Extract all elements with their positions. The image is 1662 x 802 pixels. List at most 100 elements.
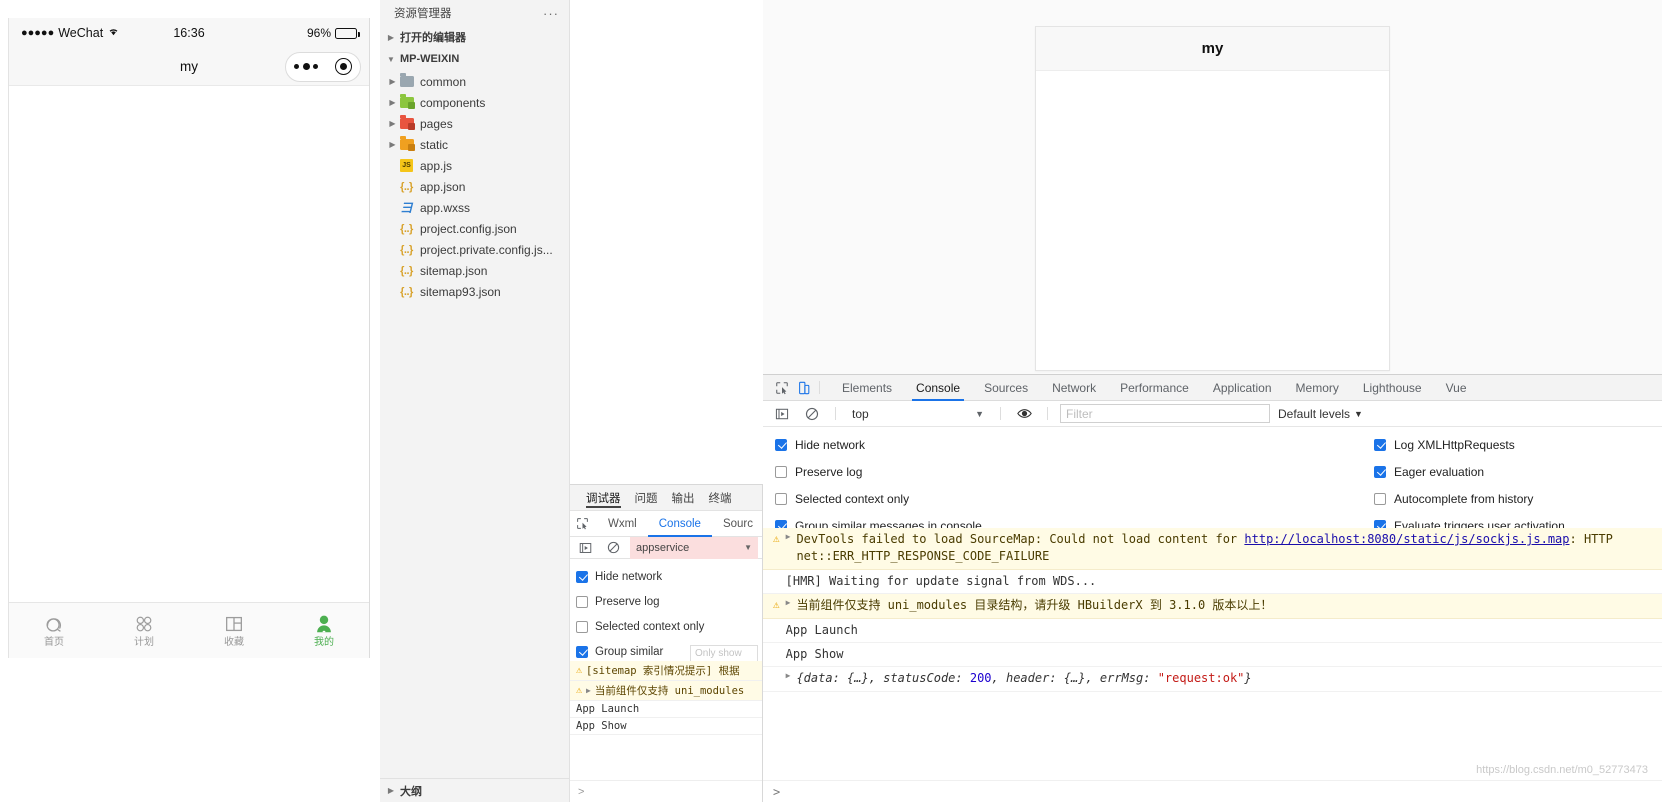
expand-triangle-icon[interactable]: ▶ bbox=[786, 531, 791, 543]
console-message-hmr[interactable]: ⚠ [HMR] Waiting for update signal from W… bbox=[763, 570, 1662, 595]
tabbar-item-home[interactable]: 首页 bbox=[9, 613, 99, 648]
only-show-input[interactable]: Only show bbox=[690, 645, 758, 662]
tree-node-app-js[interactable]: JS app.js bbox=[380, 155, 569, 176]
tab-performance[interactable]: Performance bbox=[1108, 375, 1201, 401]
checkbox[interactable] bbox=[1374, 438, 1386, 451]
console-message[interactable]: ⚠ [sitemap 索引情况提示] 根据 bbox=[570, 661, 762, 681]
execute-icon[interactable] bbox=[771, 404, 793, 424]
checkbox[interactable] bbox=[775, 438, 787, 451]
inspect-cursor-icon[interactable] bbox=[771, 378, 793, 398]
option-eager-evaluation[interactable]: Eager evaluation bbox=[1374, 458, 1662, 485]
checkbox[interactable] bbox=[576, 570, 588, 583]
carrier-area: ●●●●● WeChat bbox=[21, 26, 119, 40]
subtab-wxml[interactable]: Wxml bbox=[597, 511, 648, 537]
checkbox[interactable] bbox=[1374, 492, 1386, 505]
checkbox[interactable] bbox=[576, 620, 588, 633]
checkbox[interactable] bbox=[775, 492, 787, 505]
context-selector[interactable]: appservice ▼ bbox=[630, 536, 758, 559]
tab-elements[interactable]: Elements bbox=[830, 375, 904, 401]
tree-node-pages[interactable]: ▶ pages bbox=[380, 113, 569, 134]
tab-terminal[interactable]: 终端 bbox=[709, 485, 732, 511]
option-preserve-log[interactable]: Preserve log bbox=[576, 589, 762, 614]
checkbox[interactable] bbox=[775, 465, 787, 478]
preview-title: my bbox=[1201, 40, 1224, 57]
tabbar-item-plan[interactable]: 计划 bbox=[99, 613, 189, 648]
tree-node-project-config[interactable]: {..} project.config.json bbox=[380, 218, 569, 239]
option-log-xmlhttprequests[interactable]: Log XMLHttpRequests bbox=[1374, 431, 1662, 458]
tree-node-sitemap-json[interactable]: {..} sitemap.json bbox=[380, 260, 569, 281]
clear-console-icon[interactable] bbox=[801, 404, 823, 424]
expand-triangle-icon[interactable]: ▶ bbox=[786, 670, 791, 682]
tree-node-project-private-config[interactable]: {..} project.private.config.js... bbox=[380, 239, 569, 260]
context-selector[interactable]: top ▼ bbox=[848, 404, 988, 423]
checkbox[interactable] bbox=[576, 645, 588, 658]
subtab-sources[interactable]: Sourc bbox=[712, 511, 762, 537]
tab-output[interactable]: 输出 bbox=[672, 485, 695, 511]
target-icon[interactable] bbox=[334, 58, 352, 75]
chevron-right-icon[interactable]: ▶ bbox=[386, 119, 399, 128]
tab-problems[interactable]: 问题 bbox=[635, 485, 658, 511]
tree-node-components[interactable]: ▶ components bbox=[380, 92, 569, 113]
tab-sources[interactable]: Sources bbox=[972, 375, 1040, 401]
sourcemap-url-link[interactable]: http://localhost:8080/static/js/sockjs.j… bbox=[1244, 532, 1569, 546]
chevron-right-icon[interactable]: ▶ bbox=[386, 98, 399, 107]
option-selected-context-only[interactable]: Selected context only bbox=[576, 614, 762, 639]
execute-icon[interactable] bbox=[574, 538, 596, 558]
log-levels-selector[interactable]: Default levels ▼ bbox=[1278, 407, 1363, 421]
json-file-icon: {..} bbox=[400, 222, 413, 235]
tree-node-app-json[interactable]: {..} app.json bbox=[380, 176, 569, 197]
option-autocomplete-from-history[interactable]: Autocomplete from history bbox=[1374, 485, 1662, 512]
tabbar-item-collection[interactable]: 收藏 bbox=[189, 613, 279, 648]
subtab-console[interactable]: Console bbox=[647, 511, 713, 537]
filter-input[interactable]: Filter bbox=[1060, 404, 1270, 423]
tree-node-common[interactable]: ▶ common bbox=[380, 71, 569, 92]
option-preserve-log[interactable]: Preserve log bbox=[775, 458, 1362, 485]
console-message-sourcemap[interactable]: ⚠ ▶ DevTools failed to load SourceMap: C… bbox=[763, 528, 1662, 570]
tab-console[interactable]: Console bbox=[904, 375, 972, 401]
tab-application[interactable]: Application bbox=[1201, 375, 1284, 401]
tab-network[interactable]: Network bbox=[1040, 375, 1108, 401]
live-expression-icon[interactable] bbox=[1013, 404, 1035, 424]
checkbox[interactable] bbox=[576, 595, 588, 608]
option-hide-network[interactable]: Hide network bbox=[576, 564, 762, 589]
tab-debugger[interactable]: 调试器 bbox=[586, 485, 621, 511]
phone-frame: ●●●●● WeChat 16:36 96% my 首页 计划 收藏 我的 bbox=[8, 18, 370, 658]
open-editors-section[interactable]: ▶ 打开的编辑器 bbox=[380, 26, 569, 48]
option-hide-network[interactable]: Hide network bbox=[775, 431, 1362, 458]
tree-node-sitemap93-json[interactable]: {..} sitemap93.json bbox=[380, 281, 569, 302]
device-toolbar-icon[interactable] bbox=[793, 378, 815, 398]
json-file-icon: {..} bbox=[400, 243, 413, 256]
chevron-right-icon[interactable]: ▶ bbox=[386, 140, 399, 149]
checkbox[interactable] bbox=[1374, 465, 1386, 478]
console-message-app-launch[interactable]: ⚠ App Launch bbox=[763, 619, 1662, 643]
ellipsis-icon[interactable]: ··· bbox=[543, 6, 559, 21]
capsule-button[interactable] bbox=[285, 51, 361, 82]
chevron-right-icon: ▶ bbox=[387, 786, 395, 795]
console-message[interactable]: App Launch bbox=[570, 701, 762, 718]
tab-vue[interactable]: Vue bbox=[1434, 375, 1479, 401]
console-message-uni-modules[interactable]: ⚠ ▶ 当前组件仅支持 uni_modules 目录结构，请升级 HBuilde… bbox=[763, 594, 1662, 619]
tree-node-app-wxss[interactable]: 彐 app.wxss bbox=[380, 197, 569, 218]
outline-section[interactable]: ▶ 大纲 bbox=[380, 778, 569, 802]
hbuilderx-console-prompt[interactable]: > bbox=[570, 780, 762, 802]
chevron-down-icon: ▼ bbox=[744, 543, 752, 552]
console-message[interactable]: ⚠ ▶ 当前组件仅支持 uni_modules bbox=[570, 681, 762, 701]
project-section[interactable]: ▼ MP-WEIXIN bbox=[380, 48, 569, 70]
expand-triangle-icon[interactable]: ▶ bbox=[786, 597, 791, 609]
tabbar-item-profile[interactable]: 我的 bbox=[279, 613, 369, 648]
console-message[interactable]: App Show bbox=[570, 718, 762, 735]
option-selected-context-only[interactable]: Selected context only bbox=[775, 485, 1362, 512]
expand-triangle-icon[interactable]: ▶ bbox=[586, 686, 591, 695]
console-message-request-object[interactable]: ⚠ ▶ {data: {…}, statusCode: 200, header:… bbox=[763, 667, 1662, 692]
file-explorer-panel: 资源管理器 ··· ▶ 打开的编辑器 ▼ MP-WEIXIN ▶ common … bbox=[380, 0, 570, 802]
inspect-cursor-icon[interactable] bbox=[576, 514, 589, 534]
tree-node-static[interactable]: ▶ static bbox=[380, 134, 569, 155]
clear-console-icon[interactable] bbox=[602, 538, 624, 558]
chrome-devtools: Elements Console Sources Network Perform… bbox=[763, 374, 1662, 802]
tab-memory[interactable]: Memory bbox=[1284, 375, 1351, 401]
chevron-right-icon[interactable]: ▶ bbox=[386, 77, 399, 86]
devtools-console-prompt[interactable]: > bbox=[763, 780, 1662, 802]
console-message-app-show[interactable]: ⚠ App Show bbox=[763, 643, 1662, 668]
more-dots-icon[interactable] bbox=[294, 63, 319, 70]
tab-lighthouse[interactable]: Lighthouse bbox=[1351, 375, 1434, 401]
